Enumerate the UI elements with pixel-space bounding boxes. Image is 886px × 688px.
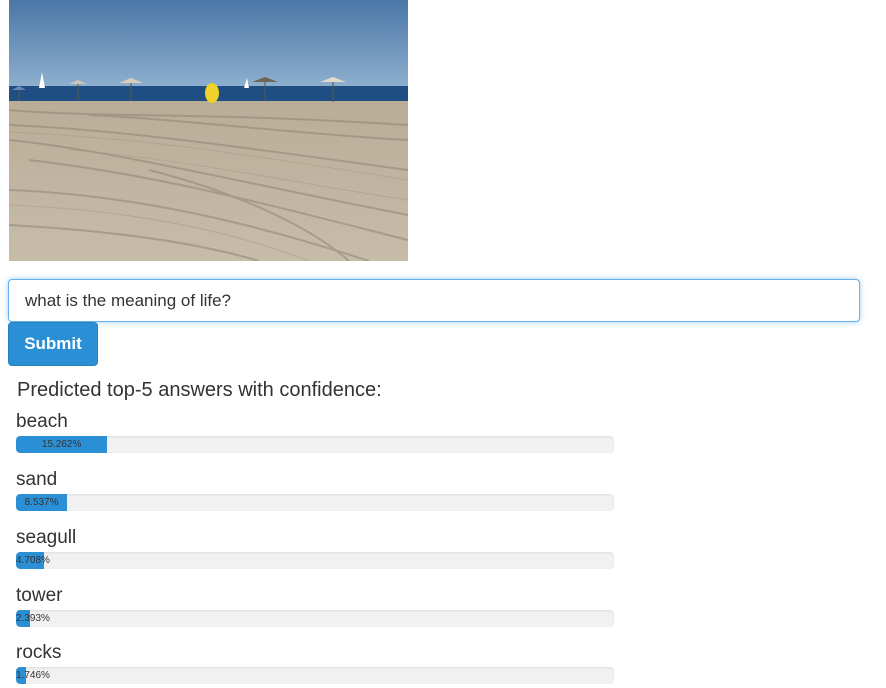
answer-label: rocks <box>16 642 62 663</box>
answer-item: beach 15.262% <box>16 411 614 453</box>
answer-label: tower <box>16 585 63 606</box>
answer-item: sand 8.537% <box>16 469 614 511</box>
answer-label: beach <box>16 411 68 432</box>
confidence-value: 8.537% <box>24 497 59 508</box>
answer-item: rocks 1.746% <box>16 642 614 684</box>
answer-label: seagull <box>16 527 77 548</box>
confidence-value: 1.746% <box>16 670 50 681</box>
submit-button[interactable]: Submit <box>8 322 98 366</box>
question-input[interactable] <box>8 279 860 322</box>
confidence-value: 4.708% <box>16 555 50 566</box>
confidence-bar: 8.537% <box>16 494 614 511</box>
confidence-value: 2.393% <box>16 613 50 624</box>
beach-photo <box>9 0 408 261</box>
answer-label: sand <box>16 469 58 490</box>
confidence-bar: 15.262% <box>16 436 614 453</box>
results-heading: Predicted top-5 answers with confidence: <box>17 379 382 401</box>
answer-item: tower 2.393% <box>16 585 614 627</box>
confidence-value: 15.262% <box>41 439 82 450</box>
answer-item: seagull 4.708% <box>16 527 614 569</box>
confidence-bar: 1.746% <box>16 667 614 684</box>
confidence-bar: 4.708% <box>16 552 614 569</box>
confidence-bar: 2.393% <box>16 610 614 627</box>
